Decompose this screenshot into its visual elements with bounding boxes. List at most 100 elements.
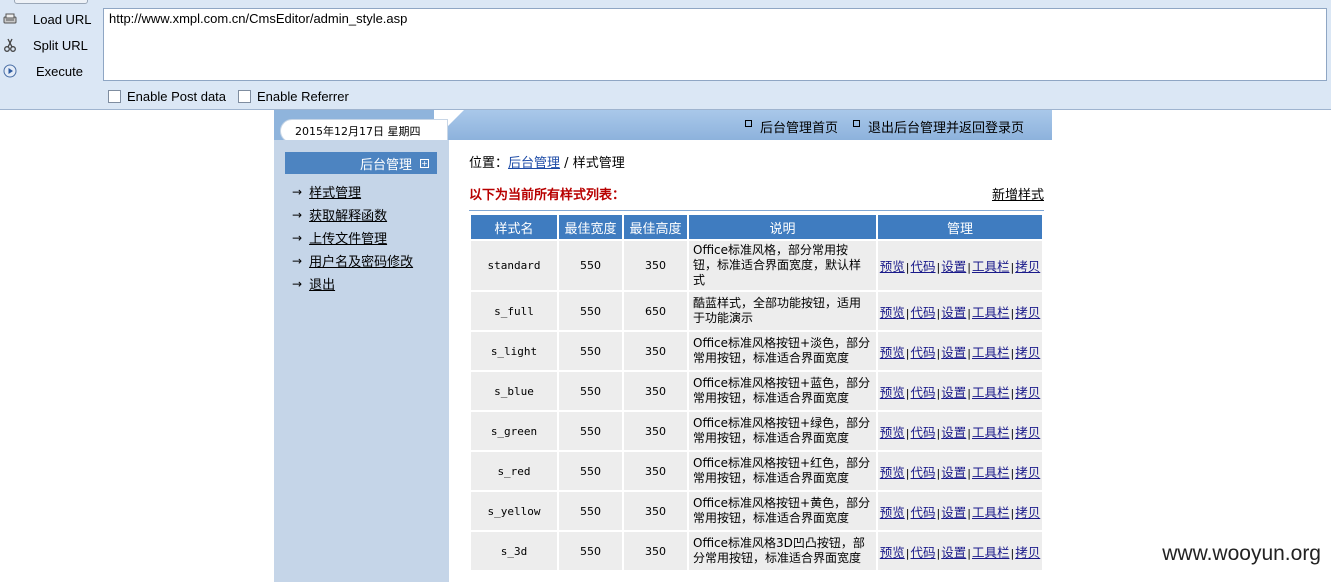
breadcrumb-link[interactable]: 后台管理	[508, 156, 560, 171]
manage-cell: 预览|代码|设置|工具栏|拷贝	[878, 241, 1042, 290]
link-separator: |	[936, 466, 941, 480]
preview-link[interactable]: 预览	[880, 259, 905, 274]
link-separator: |	[905, 466, 910, 480]
link-separator: |	[967, 386, 971, 400]
settings-link[interactable]: 设置	[941, 259, 966, 274]
link-separator: |	[1010, 306, 1015, 320]
code-link[interactable]: 代码	[911, 425, 936, 440]
best-width-cell: 550	[559, 241, 622, 290]
sidebar-item-label[interactable]: 退出	[309, 274, 335, 293]
code-link[interactable]: 代码	[911, 385, 936, 400]
exit-admin-link[interactable]: 退出后台管理并返回登录页	[853, 117, 1024, 136]
copy-link[interactable]: 拷贝	[1015, 259, 1040, 274]
sidebar-item-style-manage[interactable]: → 样式管理	[292, 182, 361, 202]
arrow-right-icon: →	[292, 253, 303, 268]
link-separator: |	[967, 546, 971, 560]
copy-link[interactable]: 拷贝	[1015, 305, 1040, 320]
toolbar-link[interactable]: 工具栏	[972, 545, 1010, 560]
toolbar-link[interactable]: 工具栏	[972, 259, 1010, 274]
top-bar: 2015年12月17日 星期四 后台管理首页 退出后台管理并返回登录页	[274, 110, 1052, 143]
code-link[interactable]: 代码	[911, 259, 936, 274]
sidebar-item-label[interactable]: 上传文件管理	[309, 228, 387, 247]
sidebar-item-upload-files[interactable]: → 上传文件管理	[292, 228, 387, 248]
best-width-cell: 550	[559, 532, 622, 570]
sidebar: 后台管理 + → 样式管理 → 获取解释函数 → 上传文件管理 → 用户名及密码…	[274, 140, 449, 582]
split-url-button[interactable]: Split URL	[0, 33, 100, 57]
settings-link[interactable]: 设置	[941, 345, 966, 360]
toolbar-link[interactable]: 工具栏	[972, 385, 1010, 400]
code-link[interactable]: 代码	[911, 465, 936, 480]
load-url-button[interactable]: Load URL	[0, 7, 100, 31]
code-link[interactable]: 代码	[911, 345, 936, 360]
best-width-cell: 550	[559, 412, 622, 450]
sidebar-item-get-functions[interactable]: → 获取解释函数	[292, 205, 387, 225]
preview-link[interactable]: 预览	[880, 545, 905, 560]
link-separator: |	[936, 261, 941, 274]
hackbar-top-button[interactable]	[14, 0, 88, 4]
copy-link[interactable]: 拷贝	[1015, 505, 1040, 520]
add-style-link[interactable]: 新增样式	[992, 184, 1044, 203]
toolbar-link[interactable]: 工具栏	[972, 345, 1010, 360]
toolbar-link[interactable]: 工具栏	[972, 465, 1010, 480]
preview-link[interactable]: 预览	[880, 465, 905, 480]
style-name-cell: s_light	[471, 332, 557, 370]
preview-link[interactable]: 预览	[880, 305, 905, 320]
best-width-cell: 550	[559, 292, 622, 330]
preview-link[interactable]: 预览	[880, 505, 905, 520]
link-separator: |	[967, 426, 971, 440]
best-height-cell: 350	[624, 532, 687, 570]
settings-link[interactable]: 设置	[941, 425, 966, 440]
best-width-cell: 550	[559, 332, 622, 370]
sidebar-header[interactable]: 后台管理 +	[285, 152, 437, 174]
arrow-right-icon: →	[292, 207, 303, 222]
settings-link[interactable]: 设置	[941, 505, 966, 520]
description-cell: Office标准风格3D凹凸按钮，部分常用按钮，标准适合界面宽度	[689, 532, 876, 570]
toolbar-link[interactable]: 工具栏	[972, 505, 1010, 520]
style-table: 样式名 最佳宽度 最佳高度 说明 管理 standard 550 350 Office…	[469, 213, 1044, 572]
code-link[interactable]: 代码	[911, 305, 936, 320]
toolbar-link[interactable]: 工具栏	[972, 425, 1010, 440]
copy-link[interactable]: 拷贝	[1015, 545, 1040, 560]
sidebar-item-label[interactable]: 获取解释函数	[309, 205, 387, 224]
execute-button[interactable]: Execute	[0, 59, 100, 83]
sidebar-item-label[interactable]: 样式管理	[309, 182, 361, 201]
preview-link[interactable]: 预览	[880, 345, 905, 360]
code-link[interactable]: 代码	[911, 505, 936, 520]
copy-link[interactable]: 拷贝	[1015, 385, 1040, 400]
checkbox-box[interactable]	[238, 90, 251, 103]
list-title: 以下为当前所有样式列表：	[469, 188, 626, 203]
table-row: s_green 550 350 Office标准风格按钮+绿色，部分常用按钮，标准适合…	[471, 412, 1042, 450]
best-height-cell: 650	[624, 292, 687, 330]
link-separator: |	[1010, 386, 1015, 400]
copy-link[interactable]: 拷贝	[1015, 465, 1040, 480]
link-separator: |	[936, 506, 941, 520]
checkbox-box[interactable]	[108, 90, 121, 103]
enable-referrer-checkbox[interactable]: Enable Referrer	[238, 89, 349, 104]
settings-link[interactable]: 设置	[941, 545, 966, 560]
enable-post-checkbox[interactable]: Enable Post data	[108, 89, 226, 104]
url-input[interactable]: http://www.xmpl.com.cn/CmsEditor/admin_s…	[103, 8, 1327, 81]
admin-home-link[interactable]: 后台管理首页	[745, 117, 838, 136]
settings-link[interactable]: 设置	[941, 305, 966, 320]
sidebar-item-label[interactable]: 用户名及密码修改	[309, 251, 413, 270]
preview-link[interactable]: 预览	[880, 385, 905, 400]
description-cell: Office标准风格按钮+绿色，部分常用按钮，标准适合界面宽度	[689, 412, 876, 450]
code-link[interactable]: 代码	[911, 545, 936, 560]
style-name-cell: s_full	[471, 292, 557, 330]
column-header: 说明	[689, 215, 876, 239]
link-separator: |	[936, 346, 941, 360]
table-row: s_full 550 650 酷蓝样式，全部功能按钮，适用于功能演示 预览|代码|设置|…	[471, 292, 1042, 330]
sidebar-item-password[interactable]: → 用户名及密码修改	[292, 251, 413, 271]
preview-link[interactable]: 预览	[880, 425, 905, 440]
play-icon	[3, 64, 17, 78]
link-separator: |	[1010, 546, 1015, 560]
toolbar-link[interactable]: 工具栏	[972, 305, 1010, 320]
settings-link[interactable]: 设置	[941, 385, 966, 400]
expand-icon[interactable]: +	[420, 158, 429, 168]
copy-link[interactable]: 拷贝	[1015, 345, 1040, 360]
settings-link[interactable]: 设置	[941, 465, 966, 480]
copy-link[interactable]: 拷贝	[1015, 425, 1040, 440]
sidebar-item-logout[interactable]: → 退出	[292, 274, 335, 294]
divider	[469, 210, 1044, 211]
link-separator: |	[1010, 466, 1015, 480]
